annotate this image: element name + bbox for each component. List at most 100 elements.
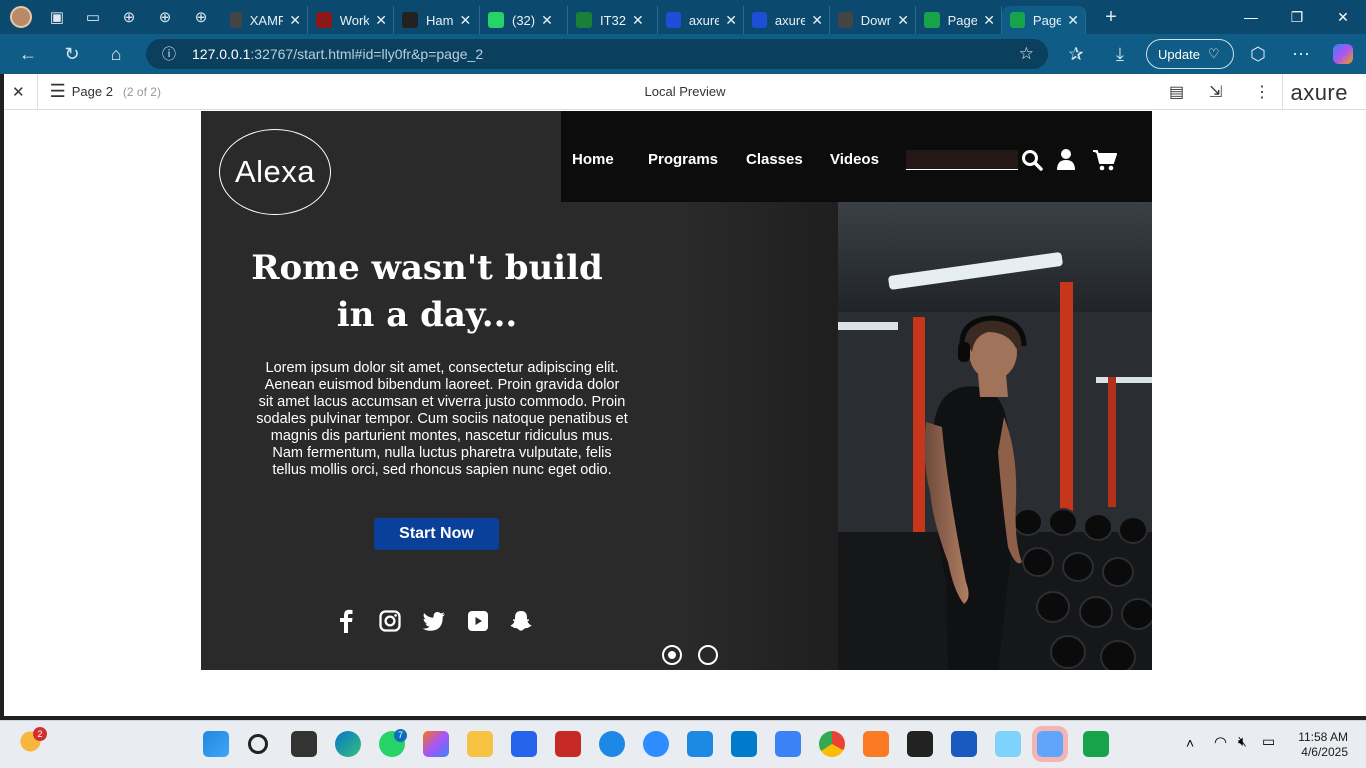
browser-tab[interactable]: axure ✕ [658, 6, 744, 34]
browser-tab[interactable]: Page ✕ [1002, 6, 1086, 34]
close-tab-icon[interactable]: ✕ [897, 12, 909, 29]
edge-browser-icon[interactable] [335, 731, 361, 757]
get-help-icon[interactable] [599, 731, 625, 757]
facebook-icon[interactable] [334, 609, 358, 633]
nav-programs[interactable]: Programs [648, 151, 718, 168]
favorites-icon[interactable]: ✰ [1058, 44, 1094, 65]
nav-classes[interactable]: Classes [746, 151, 803, 168]
instagram-icon[interactable] [378, 609, 402, 633]
mcafee-icon[interactable] [555, 731, 581, 757]
close-sitemap-icon[interactable]: ✕ [12, 83, 25, 101]
search-taskbar-icon[interactable] [248, 734, 268, 754]
browser-tab[interactable]: (32) ✕ [480, 6, 568, 34]
notepad-icon[interactable] [775, 731, 801, 757]
pages-menu-icon[interactable]: ☰ [50, 81, 66, 102]
pdf-icon [316, 12, 332, 28]
battery-icon[interactable]: ▭ [1262, 733, 1275, 750]
start-windows-icon[interactable] [203, 731, 229, 757]
task-view-icon[interactable] [291, 731, 317, 757]
favorite-star-icon[interactable]: ☆ [1019, 44, 1034, 64]
file-explorer-icon[interactable] [467, 731, 493, 757]
profile-avatar[interactable] [10, 6, 32, 28]
nav-videos[interactable]: Videos [830, 151, 879, 168]
tray-chevron-icon[interactable]: ˄ [1186, 735, 1194, 751]
site-logo[interactable]: Alexa [219, 129, 331, 215]
browser-tab[interactable]: IT32 ✕ [568, 6, 658, 34]
info-icon[interactable]: ⓘ [162, 44, 176, 64]
new-tab-icon[interactable]: + [1100, 6, 1122, 28]
scale-icon[interactable]: ⇲ [1209, 82, 1222, 102]
whatsapp-icon [488, 12, 504, 28]
browser-tab[interactable]: axure ✕ [744, 6, 830, 34]
workspaces-icon[interactable]: ▣ [46, 6, 68, 28]
search-input[interactable] [906, 150, 1018, 170]
myhp-icon[interactable] [687, 731, 713, 757]
close-tab-icon[interactable]: ✕ [632, 12, 644, 29]
copilot-taskbar-icon[interactable] [423, 731, 449, 757]
copilot-icon[interactable] [1333, 44, 1353, 64]
microsoft-store-icon[interactable] [511, 731, 537, 757]
tab-title: (32) [512, 12, 536, 28]
slide-dot-active[interactable] [662, 645, 682, 665]
home-icon[interactable]: ⌂ [98, 44, 134, 65]
globe-icon[interactable]: ⊕ [154, 6, 176, 28]
close-tab-icon[interactable]: ✕ [289, 12, 301, 29]
volume-muted-icon[interactable]: 🔇︎ [1238, 733, 1247, 750]
nav-home[interactable]: Home [572, 151, 614, 168]
browser-tab[interactable]: Work ✕ [308, 6, 394, 34]
chrome-icon[interactable] [819, 731, 845, 757]
wifi-icon[interactable]: ◠ [1214, 733, 1227, 751]
hero-body-text: Lorem ipsum dolor sit amet, consectetur … [256, 360, 628, 478]
clock-time: 11:58 AM [1298, 730, 1348, 744]
search-icon[interactable] [1021, 149, 1043, 171]
browser-tab[interactable]: XAMPP ✕ [222, 6, 308, 34]
tab-title: Ham [426, 12, 454, 28]
address-bar[interactable]: ⓘ 127.0.0.1:32767/start.html#id=lly0fr&p… [146, 39, 1048, 69]
excel-x-icon[interactable] [1083, 731, 1109, 757]
update-button[interactable]: Update ♡ [1146, 39, 1234, 69]
twitter-icon[interactable] [422, 609, 446, 633]
close-tab-icon[interactable]: ✕ [811, 12, 823, 29]
slide-dot[interactable] [698, 645, 718, 665]
tab-title: IT32 [600, 12, 627, 28]
start-now-button[interactable]: Start Now [374, 518, 499, 550]
axure-logo: axure [1290, 80, 1348, 105]
update-label: Update [1158, 46, 1200, 62]
browser-tab[interactable]: Ham ✕ [394, 6, 480, 34]
snipping-tool-icon[interactable] [995, 731, 1021, 757]
minimize-icon[interactable]: — [1228, 0, 1274, 34]
word-icon[interactable] [951, 731, 977, 757]
xampp-icon [230, 12, 242, 28]
close-tab-icon[interactable]: ✕ [1067, 12, 1079, 29]
snapchat-icon[interactable] [509, 609, 533, 633]
downloads-icon[interactable]: ⤓ [1102, 44, 1138, 65]
back-icon[interactable]: ← [10, 44, 46, 65]
tab-actions-icon[interactable]: ▭ [82, 6, 104, 28]
browser-tab[interactable]: Page ✕ [916, 6, 1002, 34]
cart-icon[interactable] [1092, 149, 1117, 171]
close-window-icon[interactable]: ✕ [1320, 0, 1366, 34]
close-tab-icon[interactable]: ✕ [375, 12, 387, 29]
globe-icon[interactable]: ⊕ [190, 6, 212, 28]
browser-tab[interactable]: Down ✕ [830, 6, 916, 34]
remote-desktop-icon[interactable] [1032, 726, 1068, 762]
more-options-icon[interactable]: ⋮ [1254, 82, 1270, 102]
user-icon[interactable] [1057, 148, 1075, 170]
close-tab-icon[interactable]: ✕ [459, 12, 471, 29]
close-tab-icon[interactable]: ✕ [541, 12, 553, 29]
xampp-taskbar-icon[interactable] [863, 731, 889, 757]
system-clock[interactable]: 11:58 AM 4/6/2025 [1298, 730, 1348, 760]
tab-title: axure [688, 12, 720, 28]
youtube-icon[interactable] [466, 609, 490, 633]
extensions-icon[interactable]: ⬡ [1240, 44, 1276, 65]
vscode-icon[interactable] [731, 731, 757, 757]
terminal-icon[interactable] [907, 731, 933, 757]
globe-icon[interactable]: ⊕ [118, 6, 140, 28]
close-tab-icon[interactable]: ✕ [725, 12, 737, 29]
more-menu-icon[interactable]: ⋯ [1283, 44, 1319, 65]
zoom-icon[interactable] [643, 731, 669, 757]
refresh-icon[interactable]: ↻ [54, 44, 90, 65]
restore-icon[interactable]: ❐ [1274, 0, 1320, 34]
notes-icon[interactable]: ▤ [1169, 82, 1184, 102]
close-tab-icon[interactable]: ✕ [983, 12, 995, 29]
